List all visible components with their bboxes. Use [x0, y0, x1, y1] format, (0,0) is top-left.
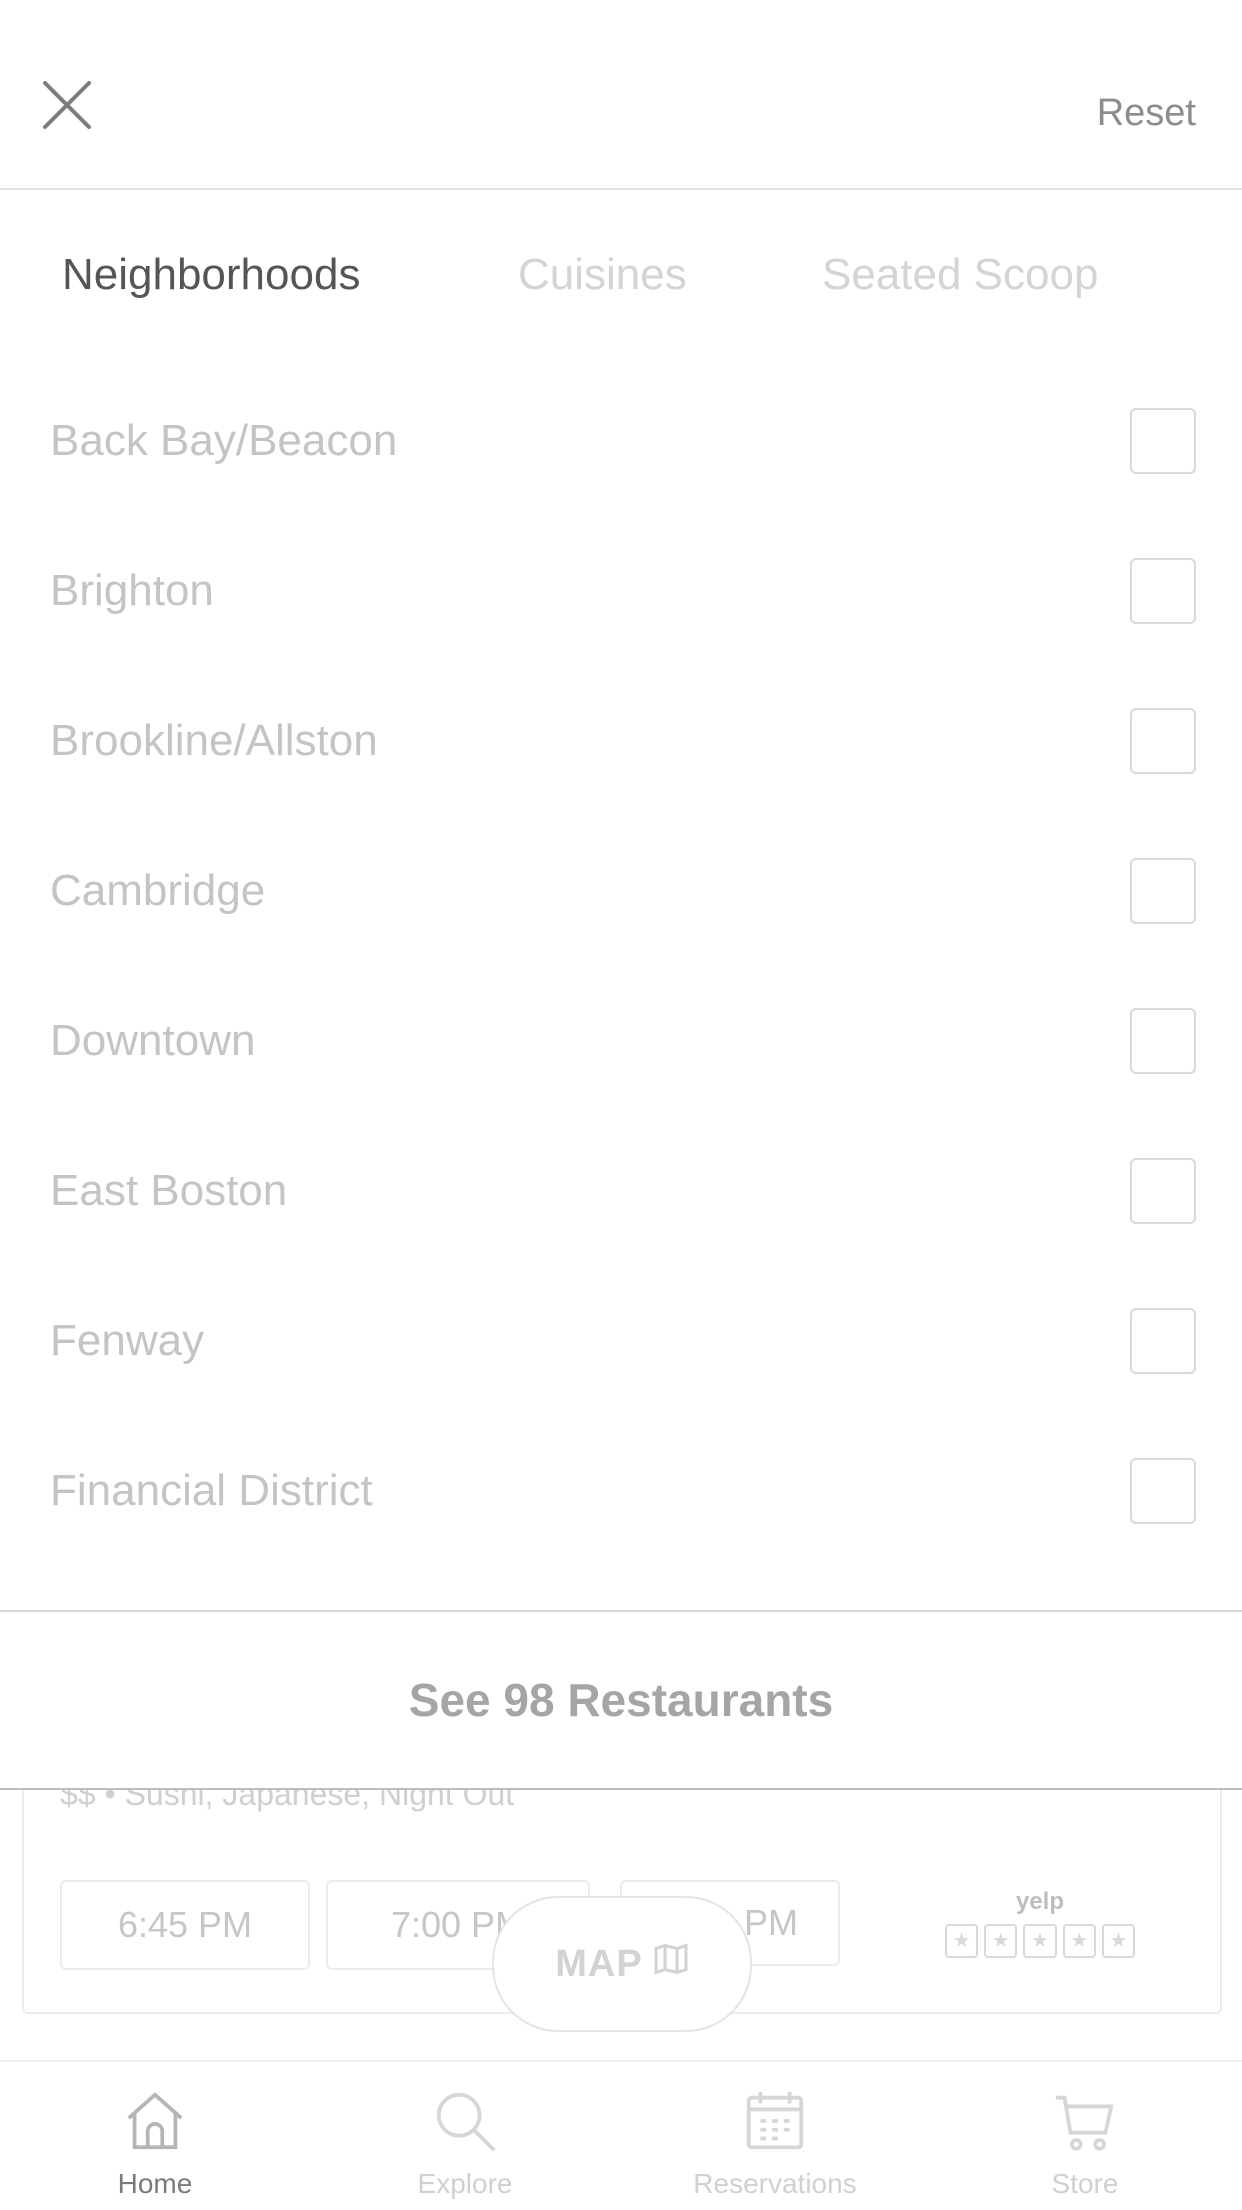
neighborhood-row[interactable]: Brighton [0, 516, 1242, 666]
neighborhood-row[interactable]: Back Bay/Beacon [0, 366, 1242, 516]
neighborhood-row[interactable]: Brookline/Allston [0, 666, 1242, 816]
see-restaurants-button[interactable]: See 98 Restaurants [0, 1612, 1242, 1788]
tab-seated-scoop[interactable]: Seated Scoop [822, 250, 1098, 300]
star-icon: ★ [984, 1924, 1018, 1958]
bottom-tab-bar: Home Explore Reservations Store [0, 2060, 1242, 2210]
yelp-rating: yelp ★ ★ ★ ★ ★ [945, 1888, 1136, 1958]
tab-home[interactable]: Home [0, 2062, 310, 2210]
neighborhood-row[interactable]: Financial District [0, 1416, 1242, 1566]
tab-cuisines[interactable]: Cuisines [518, 250, 687, 300]
calendar-icon [620, 2086, 930, 2156]
home-icon [0, 2086, 310, 2156]
yelp-stars: ★ ★ ★ ★ ★ [945, 1924, 1136, 1958]
neighborhood-row[interactable]: Fenway [0, 1266, 1242, 1416]
map-label: MAP [555, 1942, 643, 1985]
neighborhood-label: Cambridge [50, 866, 266, 915]
neighborhood-label: Back Bay/Beacon [50, 416, 398, 465]
star-icon: ★ [945, 1924, 979, 1958]
yelp-logo: yelp [1015, 1888, 1065, 1915]
tab-explore[interactable]: Explore [310, 2062, 620, 2210]
neighborhood-label: Fenway [50, 1316, 205, 1365]
star-icon: ★ [1062, 1924, 1096, 1958]
neighborhood-label: Downtown [50, 1016, 256, 1065]
neighborhood-label: Brookline/Allston [50, 716, 378, 765]
neighborhood-checkbox[interactable] [1130, 1308, 1196, 1374]
header-divider [0, 188, 1242, 190]
close-button[interactable] [40, 78, 94, 132]
neighborhood-row[interactable]: Downtown [0, 966, 1242, 1116]
star-icon: ★ [1101, 1924, 1136, 1958]
reset-button[interactable]: Reset [1097, 92, 1196, 135]
neighborhood-checkbox[interactable] [1130, 858, 1196, 924]
tab-reservations[interactable]: Reservations [620, 2062, 930, 2210]
tab-label: Explore [417, 2168, 513, 2199]
neighborhood-row[interactable]: East Boston [0, 1116, 1242, 1266]
time-slot-button[interactable]: 6:45 PM [60, 1880, 310, 1970]
neighborhood-label: Brighton [50, 566, 214, 615]
close-icon [40, 81, 94, 136]
map-button[interactable]: MAP [492, 1896, 752, 2032]
tab-store[interactable]: Store [930, 2062, 1240, 2210]
neighborhood-checkbox[interactable] [1130, 1008, 1196, 1074]
sheet-bottom-edge [0, 1788, 1242, 1790]
map-icon [653, 1941, 689, 1987]
neighborhood-checkbox[interactable] [1130, 558, 1196, 624]
neighborhood-row[interactable]: Cambridge [0, 816, 1242, 966]
neighborhood-checkbox[interactable] [1130, 708, 1196, 774]
tab-label: Reservations [693, 2168, 857, 2199]
neighborhood-checkbox[interactable] [1130, 1158, 1196, 1224]
star-icon: ★ [1023, 1924, 1057, 1958]
search-icon [310, 2086, 620, 2156]
cart-icon [930, 2086, 1240, 2156]
tab-neighborhoods[interactable]: Neighborhoods [62, 250, 360, 300]
neighborhood-label: Financial District [50, 1466, 373, 1515]
tab-label: Store [1051, 2168, 1119, 2199]
neighborhood-checkbox[interactable] [1130, 1458, 1196, 1524]
neighborhood-checkbox[interactable] [1130, 408, 1196, 474]
tab-label: Home [117, 2168, 193, 2199]
filter-sheet: Reset Neighborhoods Cuisines Seated Scoo… [0, 0, 1242, 1790]
neighborhood-label: East Boston [50, 1166, 288, 1215]
